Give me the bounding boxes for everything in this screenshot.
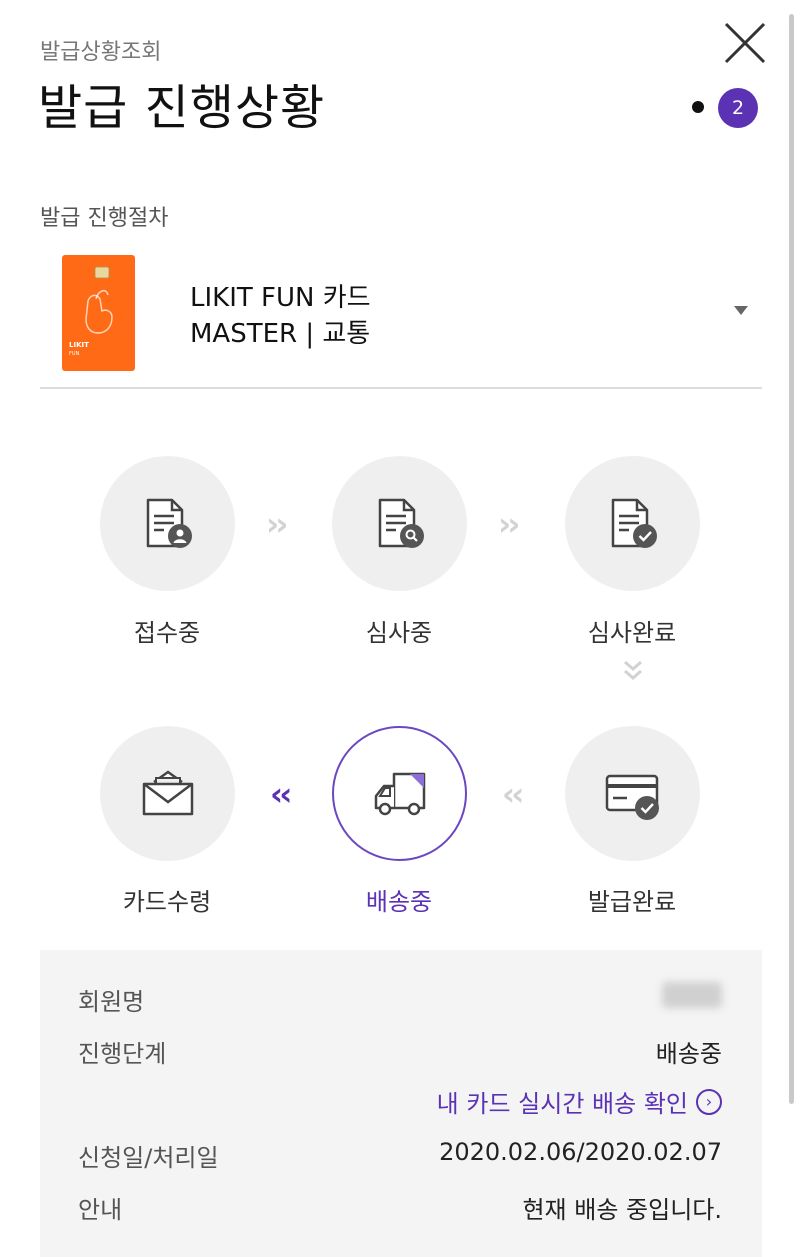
delivery-truck-icon bbox=[374, 772, 425, 815]
card-brand-text: LIKIT bbox=[69, 341, 89, 349]
page-indicator-dot bbox=[692, 101, 704, 113]
stage-value: 배송중 bbox=[655, 1040, 722, 1068]
card-selector[interactable] bbox=[40, 250, 762, 376]
document-search-icon bbox=[378, 498, 424, 548]
step-issued bbox=[565, 726, 700, 861]
step-shipping bbox=[332, 726, 467, 861]
chevron-left-icon: ‹‹ bbox=[502, 775, 524, 813]
notification-badge[interactable]: 2 bbox=[718, 88, 758, 128]
step-received bbox=[100, 456, 235, 591]
member-name-masked bbox=[662, 982, 722, 1008]
notice-label: 안내 bbox=[78, 1196, 123, 1224]
document-check-icon bbox=[611, 498, 657, 548]
card-name: LIKIT FUN 카드 MASTER | 교통 bbox=[190, 280, 371, 352]
section-label: 발급 진행절차 bbox=[40, 206, 169, 231]
chevron-right-circle-icon: › bbox=[696, 1088, 722, 1115]
step-label-received: 접수중 bbox=[133, 619, 201, 647]
envelope-icon bbox=[142, 769, 193, 815]
notice-value: 현재 배송 중입니다. bbox=[522, 1196, 722, 1224]
chevron-double-down-icon bbox=[618, 656, 648, 690]
card-name-line2: MASTER | 교통 bbox=[190, 319, 371, 349]
step-label-review-done: 심사완료 bbox=[587, 619, 677, 647]
breadcrumb: 발급상황조회 bbox=[40, 40, 162, 65]
close-button[interactable] bbox=[722, 20, 768, 66]
step-label-issued: 발급완료 bbox=[587, 888, 677, 916]
chevron-right-icon: ›› bbox=[498, 505, 520, 543]
chevron-down-icon[interactable] bbox=[734, 306, 748, 315]
document-user-icon bbox=[146, 498, 192, 548]
scrollbar[interactable] bbox=[789, 14, 794, 1104]
step-label-received-card: 카드수령 bbox=[122, 888, 212, 916]
delivery-tracking-label: 내 카드 실시간 배송 확인 bbox=[436, 1090, 688, 1118]
card-sub-text: FUN bbox=[69, 351, 80, 357]
delivery-tracking-link[interactable]: 내 카드 실시간 배송 확인 › bbox=[437, 1084, 722, 1119]
card-thumbnail: LIKIT FUN bbox=[62, 255, 135, 371]
date-value: 2020.02.06/2020.02.07 bbox=[439, 1138, 722, 1166]
step-review bbox=[332, 456, 467, 591]
chevron-left-icon: ‹‹ bbox=[270, 775, 292, 813]
step-review-done bbox=[565, 456, 700, 591]
card-name-line1: LIKIT FUN 카드 bbox=[190, 283, 371, 313]
stage-label: 진행단계 bbox=[78, 1040, 167, 1068]
member-label: 회원명 bbox=[78, 988, 145, 1016]
step-received-card bbox=[100, 726, 235, 861]
card-check-icon bbox=[605, 774, 659, 820]
divider bbox=[40, 387, 762, 389]
step-label-shipping: 배송중 bbox=[365, 888, 433, 916]
step-label-review: 심사중 bbox=[365, 619, 433, 647]
page-title: 발급 진행상황 bbox=[38, 80, 326, 136]
close-icon bbox=[724, 22, 766, 64]
chevron-right-icon: ›› bbox=[266, 505, 288, 543]
date-label: 신청일/처리일 bbox=[78, 1144, 219, 1172]
